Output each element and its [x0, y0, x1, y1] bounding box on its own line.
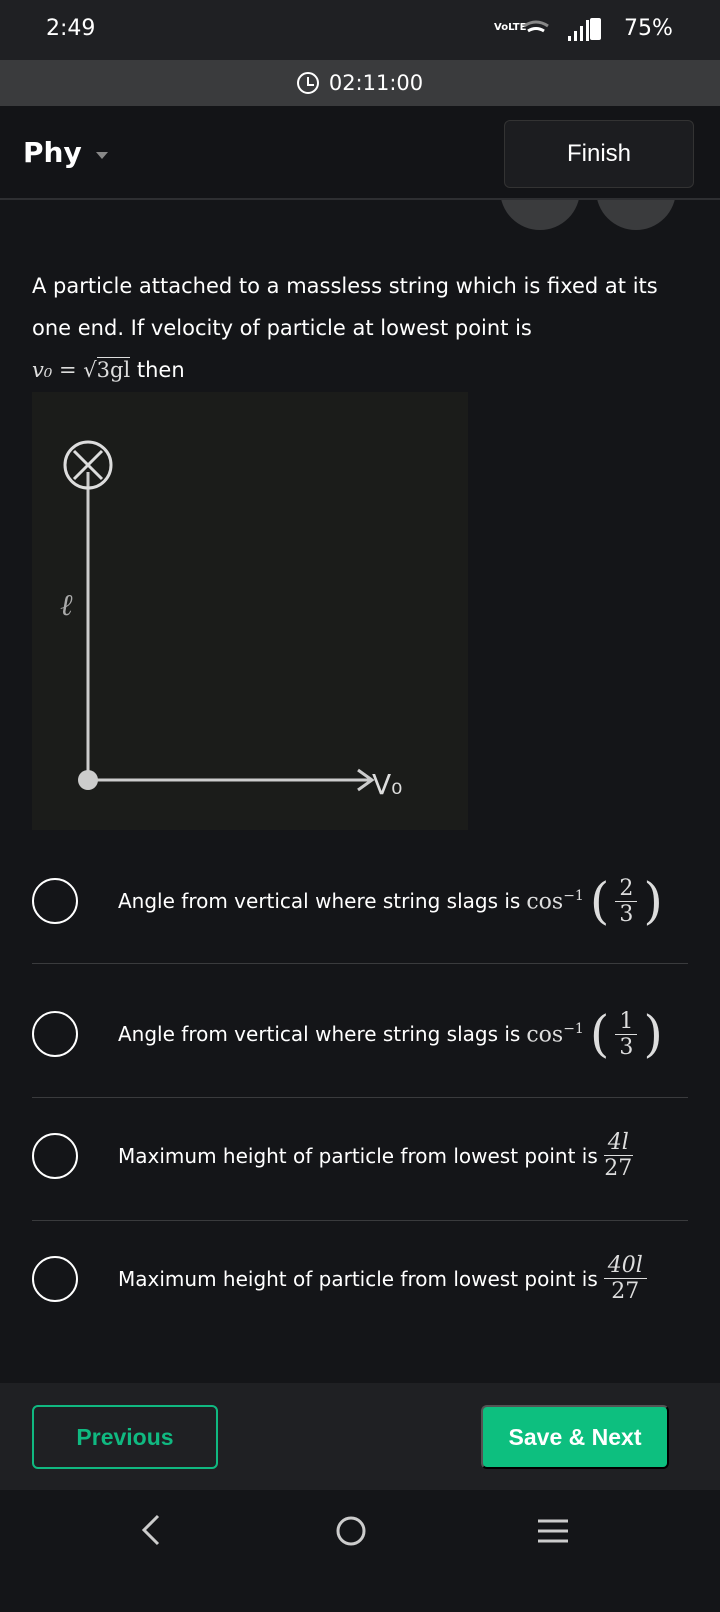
- math-exp: −1: [563, 887, 584, 904]
- math-fn: cos: [526, 889, 564, 915]
- clock-icon: [296, 72, 319, 94]
- system-nav-bar: [0, 1490, 720, 1612]
- radio-button[interactable]: [32, 1132, 78, 1179]
- finish-button[interactable]: Finish: [504, 120, 694, 188]
- formula-radicand: 3gl: [96, 357, 131, 382]
- timer-bar: 02:11:00: [0, 60, 720, 106]
- option-text: Maximum height of particle from lowest p…: [118, 1143, 598, 1168]
- radio-button[interactable]: [32, 1011, 78, 1057]
- option-2[interactable]: Angle from vertical where string slags i…: [32, 1005, 688, 1063]
- previous-button[interactable]: Previous: [32, 1405, 218, 1469]
- option-1[interactable]: Angle from vertical where string slags i…: [32, 872, 688, 930]
- fraction-den: 27: [604, 1156, 633, 1181]
- subject-selector[interactable]: Phy: [23, 136, 82, 169]
- fraction-num: 1: [615, 1009, 638, 1035]
- option-3[interactable]: Maximum height of particle from lowest p…: [32, 1130, 688, 1181]
- fraction-num: 40l: [603, 1253, 647, 1279]
- question-diagram: ℓ V₀: [32, 392, 468, 830]
- fraction-den: 3: [619, 901, 634, 927]
- recents-icon[interactable]: [536, 1516, 570, 1546]
- home-icon[interactable]: [334, 1514, 368, 1548]
- battery-percent: 75%: [624, 16, 673, 41]
- divider: [32, 963, 688, 964]
- option-text: Angle from vertical where string slags i…: [118, 889, 521, 913]
- formula-tail: then: [136, 358, 185, 382]
- battery-icon: [590, 18, 601, 40]
- timer-value: 02:11:00: [328, 71, 424, 95]
- length-label: ℓ: [60, 588, 73, 623]
- save-next-button[interactable]: Save & Next: [481, 1405, 669, 1469]
- radio-button[interactable]: [32, 1255, 78, 1302]
- question-body: A particle attached to a massless string…: [32, 274, 658, 340]
- status-bar: 2:49 VoLTE 75%: [0, 0, 720, 60]
- fraction-den: 27: [611, 1279, 640, 1304]
- math-fn: cos: [526, 1022, 564, 1048]
- option-text: Angle from vertical where string slags i…: [118, 1022, 521, 1046]
- back-icon[interactable]: [136, 1512, 166, 1548]
- footer-bar: Previous Save & Next: [0, 1383, 720, 1490]
- math-exp: −1: [563, 1020, 584, 1037]
- divider: [32, 1220, 688, 1221]
- radio-button[interactable]: [32, 878, 78, 924]
- header: Phy Finish: [0, 106, 720, 200]
- question-text: A particle attached to a massless string…: [32, 274, 658, 382]
- clock-time: 2:49: [46, 16, 96, 41]
- fraction-num: 4l: [603, 1130, 633, 1156]
- option-text: Maximum height of particle from lowest p…: [118, 1266, 598, 1291]
- fraction-den: 3: [619, 1034, 634, 1060]
- velocity-label: V₀: [372, 768, 403, 801]
- option-4[interactable]: Maximum height of particle from lowest p…: [32, 1253, 688, 1304]
- chevron-down-icon[interactable]: [96, 152, 108, 159]
- divider: [32, 1097, 688, 1098]
- formula-lhs: v₀ =: [32, 358, 77, 382]
- fraction-num: 2: [615, 876, 638, 902]
